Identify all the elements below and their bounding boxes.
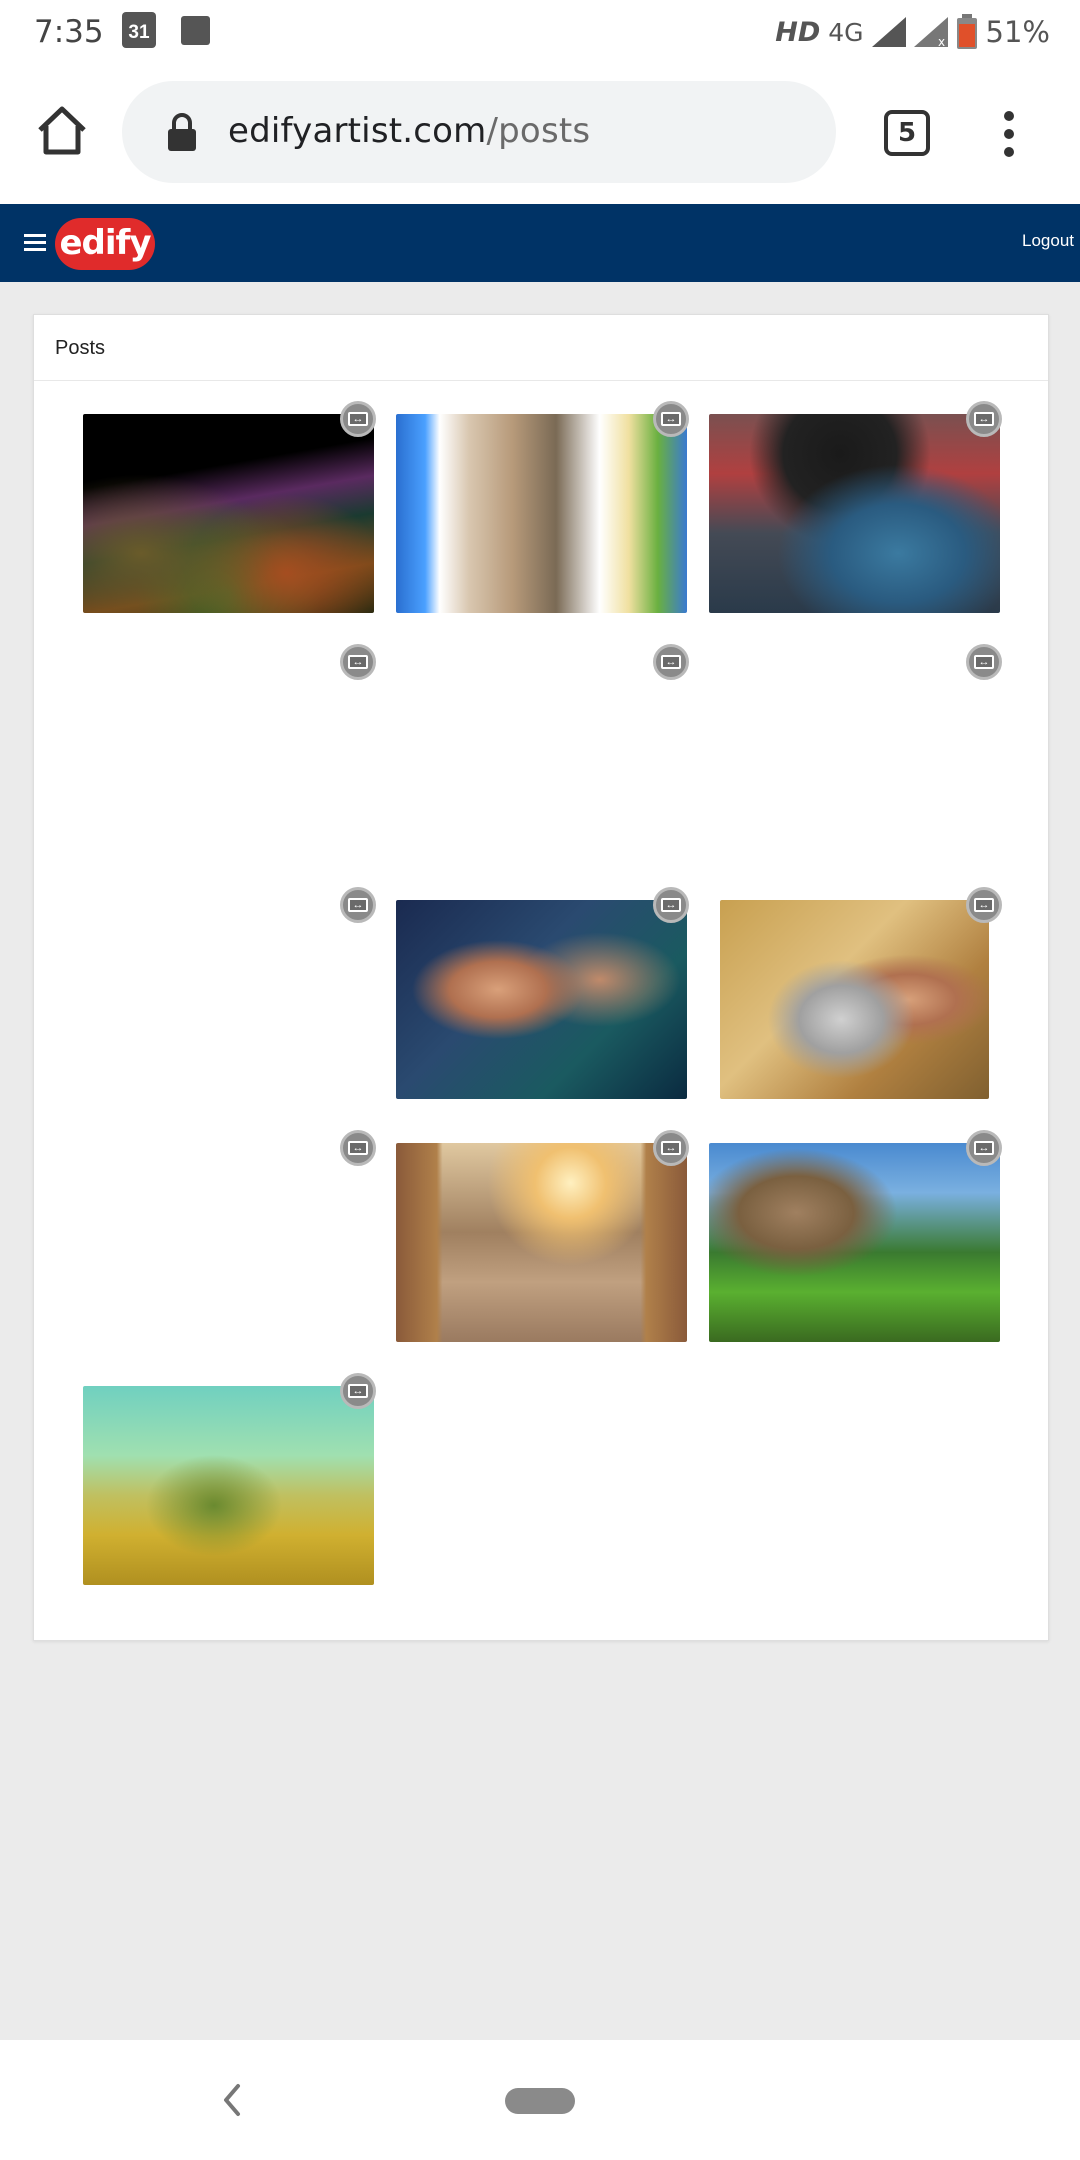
post-image[interactable] [709, 1143, 1000, 1342]
resize-icon[interactable]: ↔ [340, 401, 376, 437]
post-image[interactable] [709, 414, 1000, 613]
app-navbar: edify Logout [0, 204, 1080, 282]
home-gesture-pill[interactable] [505, 2088, 575, 2114]
post-image[interactable] [396, 900, 687, 1099]
signal-icon [871, 17, 906, 47]
resize-icon[interactable]: ↔ [340, 887, 376, 923]
more-options-icon[interactable] [996, 106, 1022, 162]
resize-icon[interactable]: ↔ [966, 1130, 1002, 1166]
tab-switcher-button[interactable]: 5 [884, 110, 930, 156]
post-tile[interactable] [709, 900, 1000, 1099]
svg-text:x: x [938, 35, 945, 47]
status-indicators: HD 4G x 51% [775, 12, 1050, 52]
post-tile-empty[interactable] [709, 657, 1000, 856]
notification-square-icon [181, 16, 210, 45]
hamburger-menu-icon[interactable] [24, 234, 46, 252]
post-image[interactable] [83, 1386, 374, 1585]
card-title: Posts [34, 315, 1048, 381]
post-tile[interactable] [83, 1386, 374, 1585]
url-text[interactable]: edifyartist.com/posts [228, 111, 590, 151]
url-domain: edifyartist.com [228, 111, 487, 151]
back-icon[interactable] [220, 2082, 244, 2118]
resize-icon[interactable]: ↔ [653, 887, 689, 923]
calendar-icon: 31 [122, 12, 156, 48]
network-type: 4G [828, 17, 864, 47]
status-time: 7:35 [34, 14, 104, 50]
post-image[interactable] [83, 414, 374, 613]
resize-icon[interactable]: ↔ [653, 1130, 689, 1166]
resize-icon[interactable]: ↔ [966, 401, 1002, 437]
resize-icon[interactable]: ↔ [340, 644, 376, 680]
logout-link[interactable]: Logout [1022, 231, 1074, 251]
signal-no-service-icon: x [913, 17, 948, 47]
post-image[interactable] [720, 900, 989, 1099]
battery-icon [956, 14, 977, 49]
resize-icon[interactable]: ↔ [340, 1373, 376, 1409]
post-tile-empty[interactable] [396, 657, 687, 856]
browser-toolbar: edifyartist.com/posts 5 [0, 62, 1080, 204]
url-path: /posts [486, 111, 591, 151]
post-tile-empty[interactable] [83, 1143, 374, 1342]
calendar-day: 31 [128, 22, 150, 43]
home-icon[interactable] [34, 102, 90, 158]
post-tile[interactable] [83, 414, 374, 613]
resize-icon[interactable]: ↔ [340, 1130, 376, 1166]
battery-percent: 51% [985, 15, 1050, 49]
post-image[interactable] [396, 1143, 687, 1342]
lock-icon [168, 113, 196, 151]
post-image[interactable] [396, 414, 687, 613]
address-bar[interactable]: edifyartist.com/posts [122, 81, 836, 183]
resize-icon[interactable]: ↔ [653, 644, 689, 680]
edify-logo[interactable]: edify [55, 218, 155, 270]
resize-icon[interactable]: ↔ [653, 401, 689, 437]
post-tile-empty[interactable] [83, 900, 374, 1099]
post-tile[interactable] [396, 414, 687, 613]
post-tile[interactable] [709, 1143, 1000, 1342]
post-tile-empty[interactable] [83, 657, 374, 856]
system-nav-bar [0, 2040, 1080, 2160]
post-tile[interactable] [396, 900, 687, 1099]
resize-icon[interactable]: ↔ [966, 644, 1002, 680]
posts-card: Posts ↔ ↔ ↔ ↔ ↔ ↔ ↔ ↔ ↔ ↔ ↔ ↔ ↔ [33, 314, 1049, 1641]
status-bar: 7:35 31 HD 4G x 51% [0, 0, 1080, 62]
post-tile[interactable] [709, 414, 1000, 613]
post-tile[interactable] [396, 1143, 687, 1342]
resize-icon[interactable]: ↔ [966, 887, 1002, 923]
hd-label: HD [775, 16, 821, 48]
